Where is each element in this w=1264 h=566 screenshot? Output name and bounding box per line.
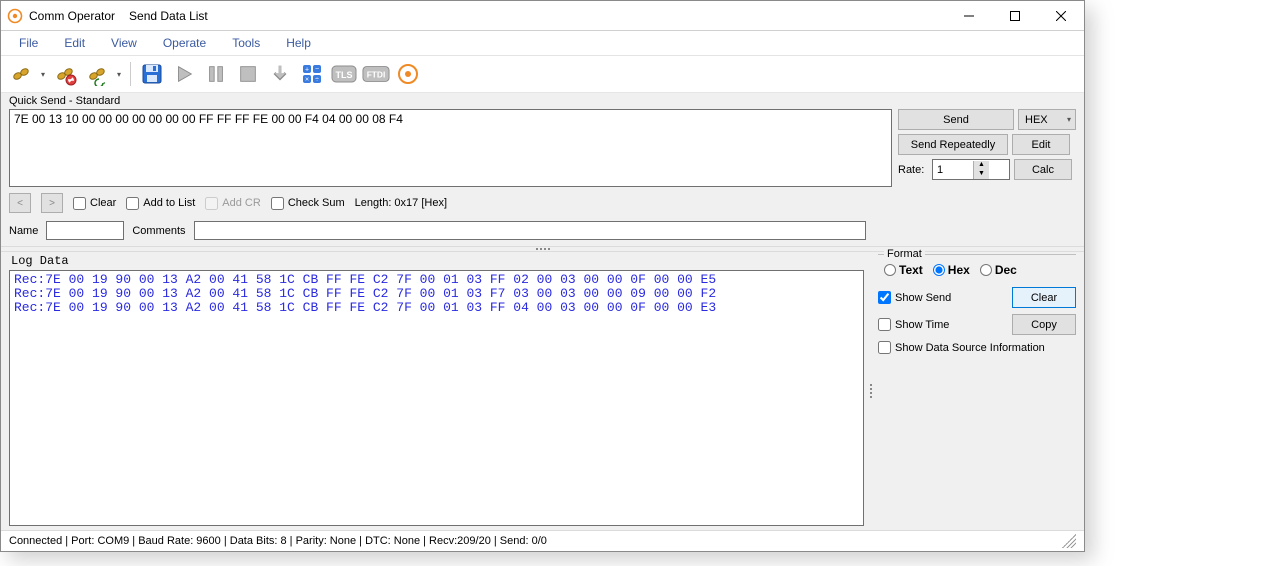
rate-label: Rate: [898,164,928,176]
show-source-checkbox[interactable]: Show Data Source Information [878,341,1076,354]
comments-input[interactable] [194,221,866,240]
calc-button[interactable]: Calc [1014,159,1072,180]
reconnect-icon[interactable] [83,60,111,88]
close-button[interactable] [1038,1,1084,31]
menu-bar: File Edit View Operate Tools Help [1,31,1084,56]
add-to-list-checkbox[interactable]: Add to List [126,197,195,210]
log-sidebar: Format Text Hex Dec Show Send Clear Show… [874,252,1084,530]
quick-send-input[interactable] [9,109,892,187]
log-data-label: Log Data [9,254,864,270]
show-send-label: Show Send [895,292,951,304]
menu-view[interactable]: View [99,33,149,53]
rate-down-icon[interactable]: ▼ [974,170,989,179]
app-icon [7,8,23,24]
show-source-label: Show Data Source Information [895,342,1045,354]
send-repeatedly-button[interactable]: Send Repeatedly [898,134,1008,155]
toolbar: ▾ ▾ + − × ÷ [1,56,1084,93]
ftdi-icon[interactable]: FTDI [362,60,390,88]
rate-input[interactable] [933,164,973,176]
format-hex-radio[interactable]: Hex [933,263,970,277]
format-text-radio[interactable]: Text [884,263,923,277]
checksum-checkbox[interactable]: Check Sum [271,197,345,210]
log-line: Rec:7E 00 19 90 00 13 A2 00 41 58 1C CB … [14,287,859,301]
reconnect-dropdown-icon[interactable]: ▾ [115,60,123,88]
name-label: Name [9,225,38,237]
menu-tools[interactable]: Tools [220,33,272,53]
format-select-value: HEX [1025,114,1048,126]
rate-stepper[interactable]: ▲ ▼ [932,159,1010,180]
title-bar: Comm Operator Send Data List [1,1,1084,31]
quick-send-panel: Send HEX ▾ Send Repeatedly Edit Rate: ▲ … [1,107,1084,189]
status-text: Connected | Port: COM9 | Baud Rate: 9600… [9,535,547,547]
save-icon[interactable] [138,60,166,88]
name-comments-row: Name Comments [1,217,1084,246]
format-dec-label: Dec [995,263,1017,277]
format-text-label: Text [899,263,923,277]
svg-text:×: × [305,77,309,84]
svg-text:+: + [305,67,309,74]
menu-edit[interactable]: Edit [52,33,97,53]
connect-icon[interactable] [7,60,35,88]
stop-icon[interactable] [234,60,262,88]
window-controls [946,1,1084,31]
prev-button[interactable]: < [9,193,31,213]
svg-text:−: − [315,66,319,73]
pause-icon[interactable] [202,60,230,88]
chevron-down-icon: ▾ [1067,115,1071,124]
length-label: Length: 0x17 [Hex] [355,197,447,209]
checksum-label: Check Sum [288,197,345,209]
show-send-checkbox[interactable]: Show Send [878,291,951,304]
calculator-icon[interactable]: + − × ÷ [298,60,326,88]
next-button[interactable]: > [41,193,63,213]
app-title: Comm Operator [29,9,115,23]
target-icon[interactable] [394,60,422,88]
copy-log-button[interactable]: Copy [1012,314,1076,335]
menu-operate[interactable]: Operate [151,33,218,53]
quick-send-label: Quick Send - Standard [1,93,1084,107]
edit-button[interactable]: Edit [1012,134,1070,155]
clear-checkbox-label: Clear [90,197,116,209]
disconnect-icon[interactable] [51,60,79,88]
svg-text:TLS: TLS [336,70,353,80]
add-cr-checkbox: Add CR [205,197,261,210]
add-to-list-label: Add to List [143,197,195,209]
download-icon[interactable] [266,60,294,88]
send-button[interactable]: Send [898,109,1014,130]
rate-up-icon[interactable]: ▲ [974,161,989,170]
svg-text:÷: ÷ [315,77,319,84]
menu-help[interactable]: Help [274,33,323,53]
format-group-label: Format [884,248,925,260]
format-select[interactable]: HEX ▾ [1018,109,1076,130]
clear-log-button[interactable]: Clear [1012,287,1076,308]
doc-title: Send Data List [129,9,208,23]
name-input[interactable] [46,221,124,240]
app-window: Comm Operator Send Data List File Edit V… [0,0,1085,552]
status-bar: Connected | Port: COM9 | Baud Rate: 9600… [1,530,1084,551]
tls-icon[interactable]: TLS [330,60,358,88]
log-panel: Log Data Rec:7E 00 19 90 00 13 A2 00 41 … [1,252,1084,530]
add-cr-label: Add CR [222,197,261,209]
maximize-button[interactable] [992,1,1038,31]
show-time-label: Show Time [895,319,949,331]
format-dec-radio[interactable]: Dec [980,263,1017,277]
quick-send-controls: Send HEX ▾ Send Repeatedly Edit Rate: ▲ … [898,109,1076,187]
clear-checkbox[interactable]: Clear [73,197,116,210]
play-icon[interactable] [170,60,198,88]
format-group: Format Text Hex Dec [878,254,1076,281]
show-time-checkbox[interactable]: Show Time [878,318,949,331]
log-line: Rec:7E 00 19 90 00 13 A2 00 41 58 1C CB … [14,273,859,287]
resize-grip-icon[interactable] [1062,534,1076,548]
log-output[interactable]: Rec:7E 00 19 90 00 13 A2 00 41 58 1C CB … [9,270,864,526]
menu-file[interactable]: File [7,33,50,53]
log-line: Rec:7E 00 19 90 00 13 A2 00 41 58 1C CB … [14,301,859,315]
quick-send-options: < > Clear Add to List Add CR Check Sum L… [1,189,1084,217]
comments-label: Comments [132,225,185,237]
format-hex-label: Hex [948,263,970,277]
toolbar-separator [130,62,131,86]
connect-dropdown-icon[interactable]: ▾ [39,60,47,88]
minimize-button[interactable] [946,1,992,31]
svg-text:FTDI: FTDI [367,70,386,80]
